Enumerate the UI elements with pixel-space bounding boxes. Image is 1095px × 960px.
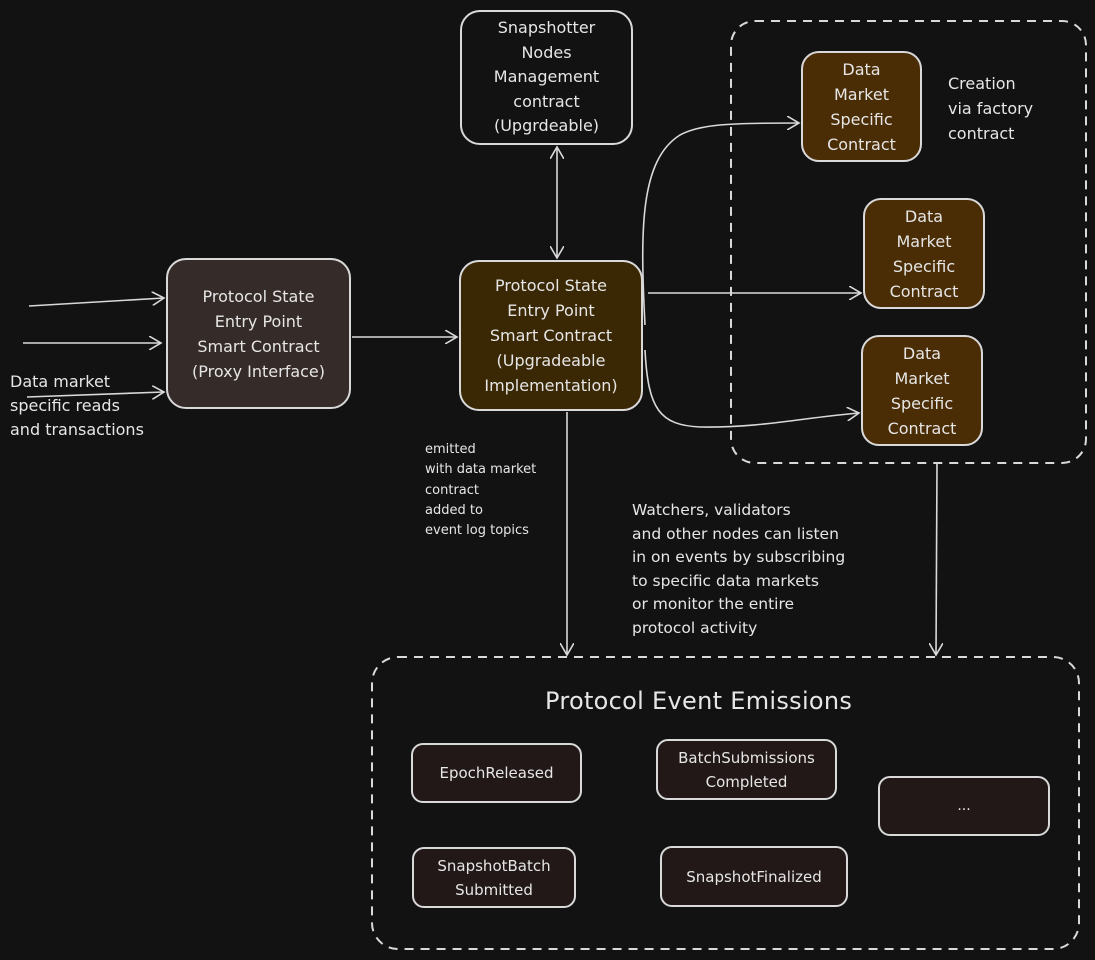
proxy-entry-point-contract[interactable]: Protocol State Entry Point Smart Contrac… (166, 258, 351, 409)
event-label: ... (957, 798, 971, 814)
event-snapshot-batch-submitted[interactable]: SnapshotBatch Submitted (412, 847, 576, 908)
snapshotter-management-label: Snapshotter Nodes Management contract (U… (493, 18, 600, 136)
event-label: SnapshotBatch Submitted (437, 856, 551, 899)
data-market-label: Data Market Specific Contract (889, 206, 959, 301)
event-snapshot-finalized[interactable]: SnapshotFinalized (660, 846, 848, 907)
dm-group-to-events-arrow (936, 463, 937, 655)
input-arrow-1 (28, 298, 164, 307)
event-batch-submissions-completed[interactable]: BatchSubmissions Completed (656, 739, 837, 800)
event-epoch-released[interactable]: EpochReleased (411, 743, 582, 803)
inputs-annotation: Data market specific reads and transacti… (10, 372, 144, 439)
implementation-contract[interactable]: Protocol State Entry Point Smart Contrac… (459, 260, 643, 411)
impl-to-dm3-arrow (644, 349, 859, 428)
snapshotter-management-contract[interactable]: Snapshotter Nodes Management contract (U… (460, 10, 633, 145)
event-label: SnapshotFinalized (686, 867, 822, 886)
watchers-annotation: Watchers, validators and other nodes can… (632, 501, 846, 637)
implementation-contract-label: Protocol State Entry Point Smart Contrac… (484, 276, 618, 395)
proxy-contract-label: Protocol State Entry Point Smart Contrac… (191, 286, 326, 381)
data-market-label: Data Market Specific Contract (887, 343, 957, 438)
emitted-annotation: emitted with data market contract added … (425, 442, 537, 539)
data-market-contract-2[interactable]: Data Market Specific Contract (863, 198, 985, 309)
data-market-label: Data Market Specific Contract (827, 59, 896, 154)
events-group-title: Protocol Event Emissions (545, 687, 853, 715)
data-market-contract-1[interactable]: Data Market Specific Contract (801, 51, 922, 162)
impl-to-dm1-arrow (641, 123, 799, 326)
creation-annotation: Creation via factory contract (948, 74, 1034, 143)
event-more-ellipsis[interactable]: ... (878, 776, 1050, 836)
data-market-contract-3[interactable]: Data Market Specific Contract (861, 335, 983, 446)
event-label: EpochReleased (439, 764, 554, 782)
event-label: BatchSubmissions Completed (678, 748, 815, 791)
